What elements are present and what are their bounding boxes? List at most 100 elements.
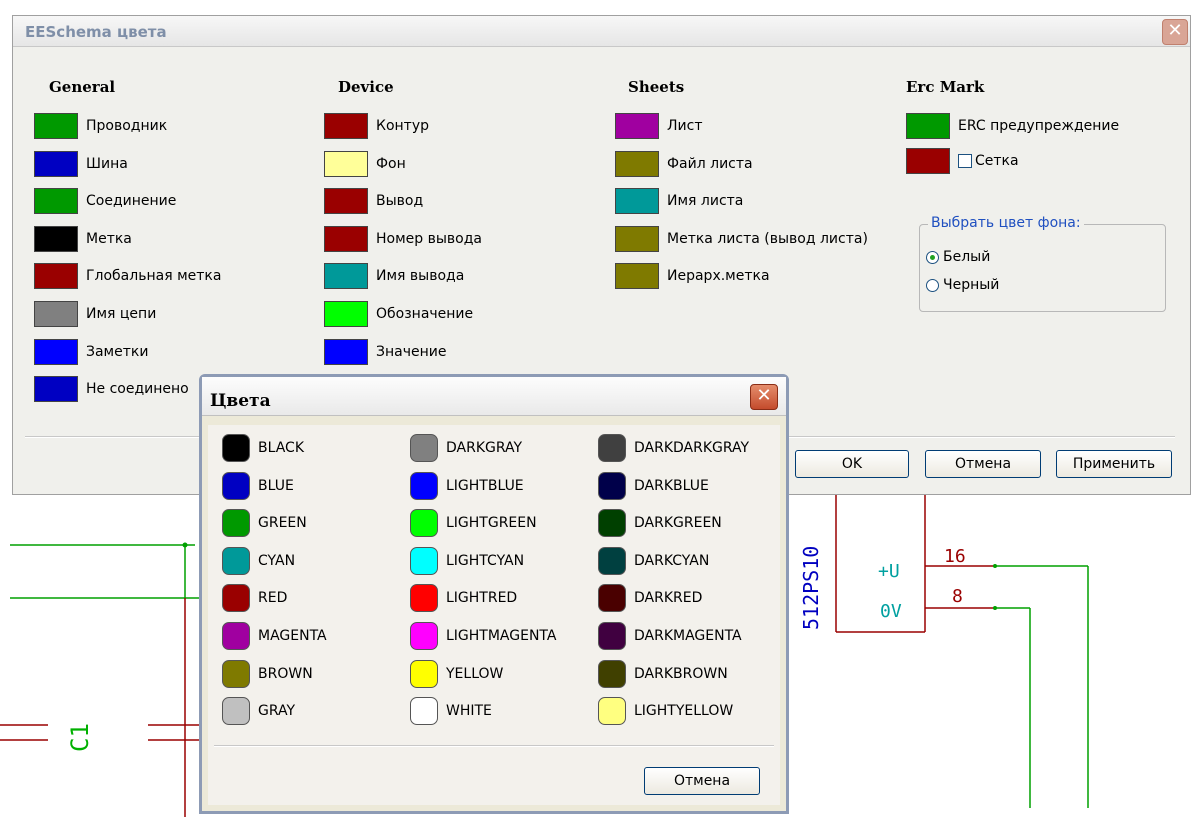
color-swatch-button[interactable] <box>34 263 78 290</box>
color-item-general[interactable]: Метка <box>34 224 132 254</box>
color-option[interactable]: CYAN <box>222 546 295 576</box>
color-swatch-button[interactable] <box>34 225 78 252</box>
color-item-device[interactable]: Значение <box>324 337 446 367</box>
color-item-general[interactable]: Имя цепи <box>34 299 156 329</box>
color-option[interactable]: GRAY <box>222 696 295 726</box>
color-swatch-button[interactable] <box>34 376 78 403</box>
color-swatch-button[interactable] <box>222 509 250 538</box>
color-swatch-button[interactable] <box>324 225 368 252</box>
color-swatch-button[interactable] <box>34 301 78 327</box>
cancel-button[interactable]: Отмена <box>644 767 760 795</box>
color-option[interactable]: LIGHTRED <box>410 583 517 613</box>
radio-selected-icon[interactable] <box>926 250 939 264</box>
color-item-device[interactable]: Вывод <box>324 186 423 216</box>
color-swatch-button[interactable] <box>410 434 438 462</box>
color-item-device[interactable]: Контур <box>324 111 429 141</box>
color-item-general[interactable]: Не соединено <box>34 374 189 404</box>
color-item-device[interactable]: Фон <box>324 149 406 179</box>
color-swatch-button[interactable] <box>222 697 250 726</box>
color-swatch-button[interactable] <box>222 546 250 575</box>
color-item-device[interactable]: Номер вывода <box>324 224 482 254</box>
color-swatch-button[interactable] <box>410 471 438 500</box>
color-option[interactable]: LIGHTCYAN <box>410 546 524 576</box>
ok-button[interactable]: OK <box>795 450 909 478</box>
color-swatch-button[interactable] <box>222 434 250 462</box>
color-item-device[interactable]: Обозначение <box>324 299 473 329</box>
close-button[interactable]: ✕ <box>750 384 778 410</box>
color-swatch-button[interactable] <box>324 338 368 365</box>
cancel-button[interactable]: Отмена <box>925 450 1041 478</box>
color-swatch-button[interactable] <box>410 697 438 726</box>
color-item-sheets[interactable]: Имя листа <box>615 186 743 216</box>
radio-black[interactable]: Черный <box>926 277 999 293</box>
color-swatch-button[interactable] <box>222 584 250 613</box>
close-button[interactable]: ✕ <box>1162 19 1188 45</box>
color-option[interactable]: DARKDARKGRAY <box>598 433 749 463</box>
color-item-sheets[interactable]: Метка листа (вывод листа) <box>615 224 868 254</box>
color-swatch-button[interactable] <box>222 659 250 688</box>
color-swatch-button[interactable] <box>324 150 368 177</box>
color-swatch-button[interactable] <box>410 584 438 613</box>
color-swatch-button[interactable] <box>598 622 626 650</box>
color-option[interactable]: WHITE <box>410 696 492 726</box>
color-item-sheets[interactable]: Файл листа <box>615 149 753 179</box>
color-swatch-button[interactable] <box>598 659 626 688</box>
color-item-device[interactable]: Имя вывода <box>324 261 464 291</box>
color-swatch-button[interactable] <box>598 697 626 726</box>
color-item-grid[interactable]: Сетка <box>906 146 1019 176</box>
color-option[interactable]: DARKRED <box>598 583 702 613</box>
color-option[interactable]: LIGHTGREEN <box>410 508 537 538</box>
color-swatch-button[interactable] <box>410 659 438 688</box>
color-swatch-button[interactable] <box>324 263 368 290</box>
color-swatch-button[interactable] <box>34 338 78 365</box>
color-swatch-button[interactable] <box>598 546 626 575</box>
color-swatch-button[interactable] <box>598 509 626 538</box>
radio-unselected-icon[interactable] <box>926 278 939 292</box>
color-swatch-button[interactable] <box>324 188 368 215</box>
color-item-erc[interactable]: ERC предупреждение <box>906 111 1119 141</box>
color-swatch-button[interactable] <box>34 113 78 139</box>
color-option[interactable]: DARKBROWN <box>598 659 728 689</box>
color-swatch-button[interactable] <box>598 471 626 500</box>
color-item-general[interactable]: Соединение <box>34 186 176 216</box>
color-picker-title-bar[interactable]: Цвета ✕ <box>202 377 786 416</box>
color-option[interactable]: LIGHTMAGENTA <box>410 621 556 651</box>
color-swatch-button[interactable] <box>598 434 626 462</box>
color-swatch-button[interactable] <box>324 113 368 139</box>
color-item-general[interactable]: Заметки <box>34 337 148 367</box>
color-item-general[interactable]: Проводник <box>34 111 167 141</box>
dialog-title-bar[interactable]: EESchema цвета ✕ <box>13 16 1190 47</box>
color-swatch-button[interactable] <box>906 113 950 139</box>
color-option[interactable]: BROWN <box>222 659 313 689</box>
color-item-sheets[interactable]: Лист <box>615 111 702 141</box>
color-swatch-button[interactable] <box>615 150 659 177</box>
color-item-sheets[interactable]: Иерарх.метка <box>615 261 770 291</box>
color-option[interactable]: RED <box>222 583 287 613</box>
color-option[interactable]: DARKGREEN <box>598 508 722 538</box>
color-item-general[interactable]: Шина <box>34 149 128 179</box>
color-option[interactable]: DARKGRAY <box>410 433 522 463</box>
color-swatch-button[interactable] <box>324 301 368 327</box>
color-swatch-button[interactable] <box>34 188 78 215</box>
color-option[interactable]: YELLOW <box>410 659 503 689</box>
radio-white[interactable]: Белый <box>926 249 990 265</box>
color-option[interactable]: GREEN <box>222 508 307 538</box>
color-swatch-button[interactable] <box>34 150 78 177</box>
color-option[interactable]: MAGENTA <box>222 621 327 651</box>
apply-button[interactable]: Применить <box>1056 450 1172 478</box>
color-option[interactable]: BLUE <box>222 471 294 501</box>
color-option[interactable]: DARKBLUE <box>598 471 709 501</box>
color-swatch-button[interactable] <box>906 148 950 174</box>
color-swatch-button[interactable] <box>615 188 659 215</box>
color-swatch-button[interactable] <box>222 622 250 650</box>
color-swatch-button[interactable] <box>615 263 659 290</box>
color-swatch-button[interactable] <box>598 584 626 613</box>
color-option[interactable]: LIGHTBLUE <box>410 471 524 501</box>
color-swatch-button[interactable] <box>410 622 438 650</box>
grid-checkbox[interactable] <box>958 154 972 168</box>
color-option[interactable]: LIGHTYELLOW <box>598 696 733 726</box>
color-swatch-button[interactable] <box>615 113 659 139</box>
color-item-general[interactable]: Глобальная метка <box>34 261 221 291</box>
color-option[interactable]: DARKMAGENTA <box>598 621 742 651</box>
color-swatch-button[interactable] <box>410 509 438 538</box>
